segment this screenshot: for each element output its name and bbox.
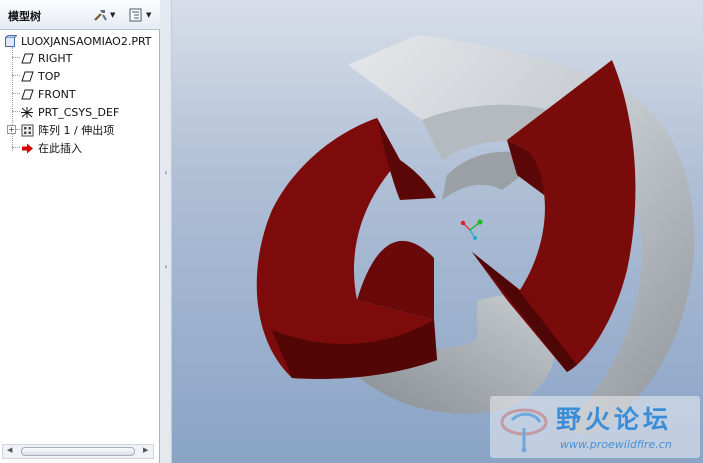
watermark-text: 野火论坛 [556,405,673,434]
tree-connector [12,111,20,112]
collapse-arrow-icon[interactable]: ‹ [163,168,169,184]
tree-item-insert-here[interactable]: 在此插入 [20,139,82,157]
tree-item-label: TOP [38,69,61,83]
panel-splitter[interactable]: ‹ ‹ [160,0,172,463]
coordinate-system-icon [20,105,34,119]
datum-plane-icon [20,87,34,101]
insert-here-arrow-icon [20,141,34,155]
tree-item-pattern[interactable]: 阵列 1 / 伸出项 [20,121,114,139]
model-tree-panel: 模型树 ▼ ▼ LUOXJANSAOMIAO2.PRT RIGHT TOP FR… [0,0,160,463]
forum-logo-icon [500,408,548,453]
scroll-right-icon[interactable]: ▶ [143,446,148,454]
tree-item-label: PRT_CSYS_DEF [38,105,120,119]
expand-toggle[interactable]: + [7,125,16,134]
forum-watermark: 野火论坛 www.proewildfire.cn [490,396,700,458]
datum-plane-icon [20,51,34,65]
tree-item-part[interactable]: LUOXJANSAOMIAO2.PRT [3,32,152,50]
resize-grip-icon[interactable]: ‹ [163,262,169,278]
coordinate-triad-icon [460,219,483,240]
watermark-url: www.proewildfire.cn [560,438,672,451]
tree-item-csys[interactable]: PRT_CSYS_DEF [20,103,119,121]
tree-connector [12,75,20,76]
model-tree-header: 模型树 ▼ ▼ [0,0,160,30]
datum-plane-icon [20,69,34,83]
tools-icon [94,10,107,21]
chevron-down-icon: ▼ [146,11,152,19]
tree-item-label: 阵列 1 / 伸出项 [38,124,115,137]
scroll-left-icon[interactable]: ◀ [7,446,12,454]
horizontal-scrollbar[interactable]: ◀ ▶ [2,444,154,459]
tree-item-front[interactable]: FRONT [20,85,76,103]
part-icon [3,34,17,48]
tree-connector [12,47,13,151]
tree-item-label: FRONT [38,87,76,101]
tree-settings-dropdown-button[interactable]: ▼ [128,6,151,24]
tree-item-top[interactable]: TOP [20,67,60,85]
model-tree: LUOXJANSAOMIAO2.PRT RIGHT TOP FRONT PRT_ [0,31,156,441]
tree-settings-icon [129,8,142,22]
tree-item-label: 在此插入 [38,142,82,155]
chevron-down-icon: ▼ [110,11,116,19]
tree-item-label: RIGHT [38,51,73,65]
model-3d-view[interactable] [172,0,703,463]
tree-item-label: LUOXJANSAOMIAO2.PRT [21,34,152,48]
model-tree-title: 模型树 [8,10,41,23]
pattern-icon [20,123,34,137]
tree-connector [12,57,20,58]
scrollbar-thumb[interactable] [21,447,135,456]
tree-connector [12,93,20,94]
tree-connector [12,147,20,148]
tools-dropdown-button[interactable]: ▼ [92,6,115,24]
tree-item-right[interactable]: RIGHT [20,49,72,67]
graphics-viewport[interactable]: 野火论坛 www.proewildfire.cn [172,0,703,463]
